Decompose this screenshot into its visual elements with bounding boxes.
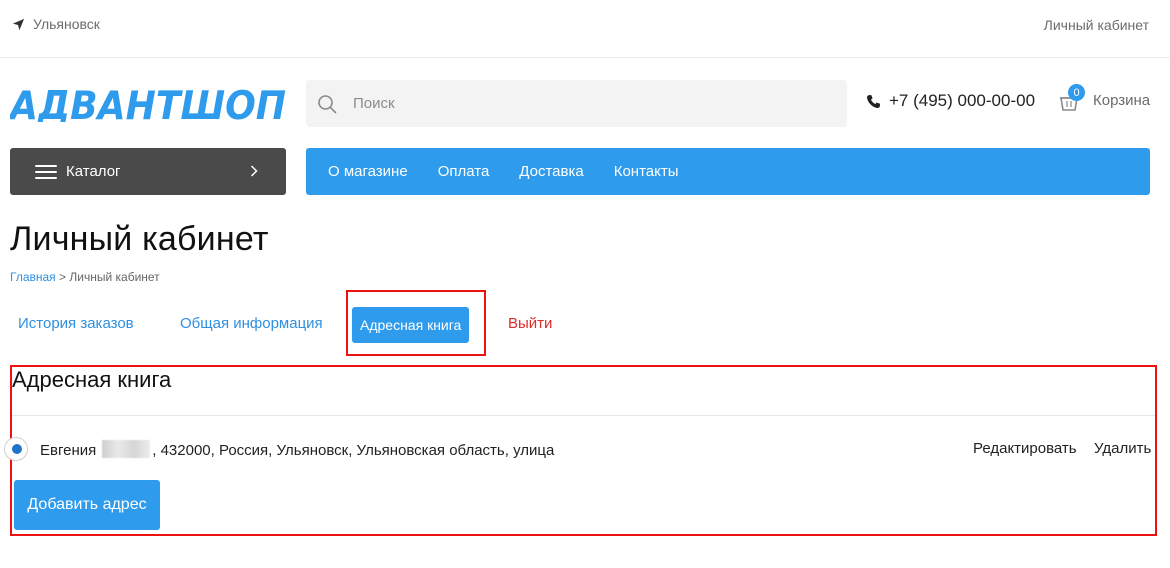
- breadcrumb-home[interactable]: Главная: [10, 270, 56, 284]
- menu-item-about[interactable]: О магазине: [328, 163, 408, 180]
- catalog-button[interactable]: Каталог: [10, 148, 286, 195]
- location-arrow-icon: [12, 18, 25, 30]
- address-text: Евгения , 432000, Россия, Ульяновск, Улья…: [40, 440, 554, 459]
- menu-item-contacts[interactable]: Контакты: [614, 163, 679, 180]
- city-label: Ульяновск: [33, 16, 100, 32]
- basket-icon: 0: [1059, 84, 1085, 112]
- main-menu: О магазине Оплата Доставка Контакты: [306, 148, 1150, 195]
- address-radio[interactable]: [4, 437, 32, 461]
- breadcrumb-current: Личный кабинет: [69, 270, 160, 284]
- edit-address-button[interactable]: Редактировать: [973, 440, 1077, 457]
- city-selector[interactable]: Ульяновск: [12, 16, 100, 32]
- phone-icon: [867, 94, 881, 108]
- search-icon: [318, 94, 337, 113]
- cart-count-badge: 0: [1068, 84, 1085, 101]
- breadcrumb: Главная > Личный кабинет: [10, 270, 160, 284]
- address-details: , 432000, Россия, Ульяновск, Ульяновская…: [152, 442, 555, 459]
- tab-order-history[interactable]: История заказов: [18, 305, 134, 343]
- tab-logout[interactable]: Выйти: [508, 305, 552, 343]
- phone-contact[interactable]: +7 (495) 000-00-00: [866, 91, 1035, 111]
- add-address-button[interactable]: Добавить адрес: [14, 480, 160, 530]
- address-name: Евгения: [40, 442, 97, 459]
- logo-text: АДВАНТШОП: [10, 86, 286, 122]
- page-title: Личный кабинет: [10, 220, 269, 258]
- account-tabs: История заказов Общая информация Адресна…: [0, 305, 600, 343]
- top-account-link[interactable]: Личный кабинет: [1044, 17, 1149, 33]
- redacted-surname: [102, 440, 151, 458]
- top-bar: Ульяновск Личный кабинет: [0, 0, 1170, 58]
- delete-address-button[interactable]: Удалить: [1094, 440, 1151, 457]
- tab-general-info[interactable]: Общая информация: [180, 305, 323, 343]
- divider: [12, 415, 1155, 416]
- cart-label: Корзина: [1093, 91, 1151, 109]
- phone-number: +7 (495) 000-00-00: [889, 91, 1036, 110]
- menu-icon: [35, 164, 57, 179]
- address-book-title: Адресная книга: [12, 367, 172, 392]
- cart[interactable]: 0 Корзина: [1059, 84, 1151, 112]
- menu-item-payment[interactable]: Оплата: [438, 163, 490, 180]
- highlight-box-tab: [346, 290, 486, 356]
- chevron-right-icon: [250, 165, 258, 177]
- address-book-panel: Адресная книга Евгения , 432000, Россия, …: [4, 365, 1157, 536]
- address-item: Евгения , 432000, Россия, Ульяновск, Улья…: [4, 437, 1155, 461]
- search-input[interactable]: [353, 95, 813, 112]
- catalog-label: Каталог: [66, 163, 121, 180]
- search-bar[interactable]: [306, 80, 847, 127]
- menu-item-delivery[interactable]: Доставка: [519, 163, 583, 180]
- breadcrumb-separator: >: [59, 270, 67, 284]
- logo[interactable]: АДВАНТШОП: [7, 84, 288, 129]
